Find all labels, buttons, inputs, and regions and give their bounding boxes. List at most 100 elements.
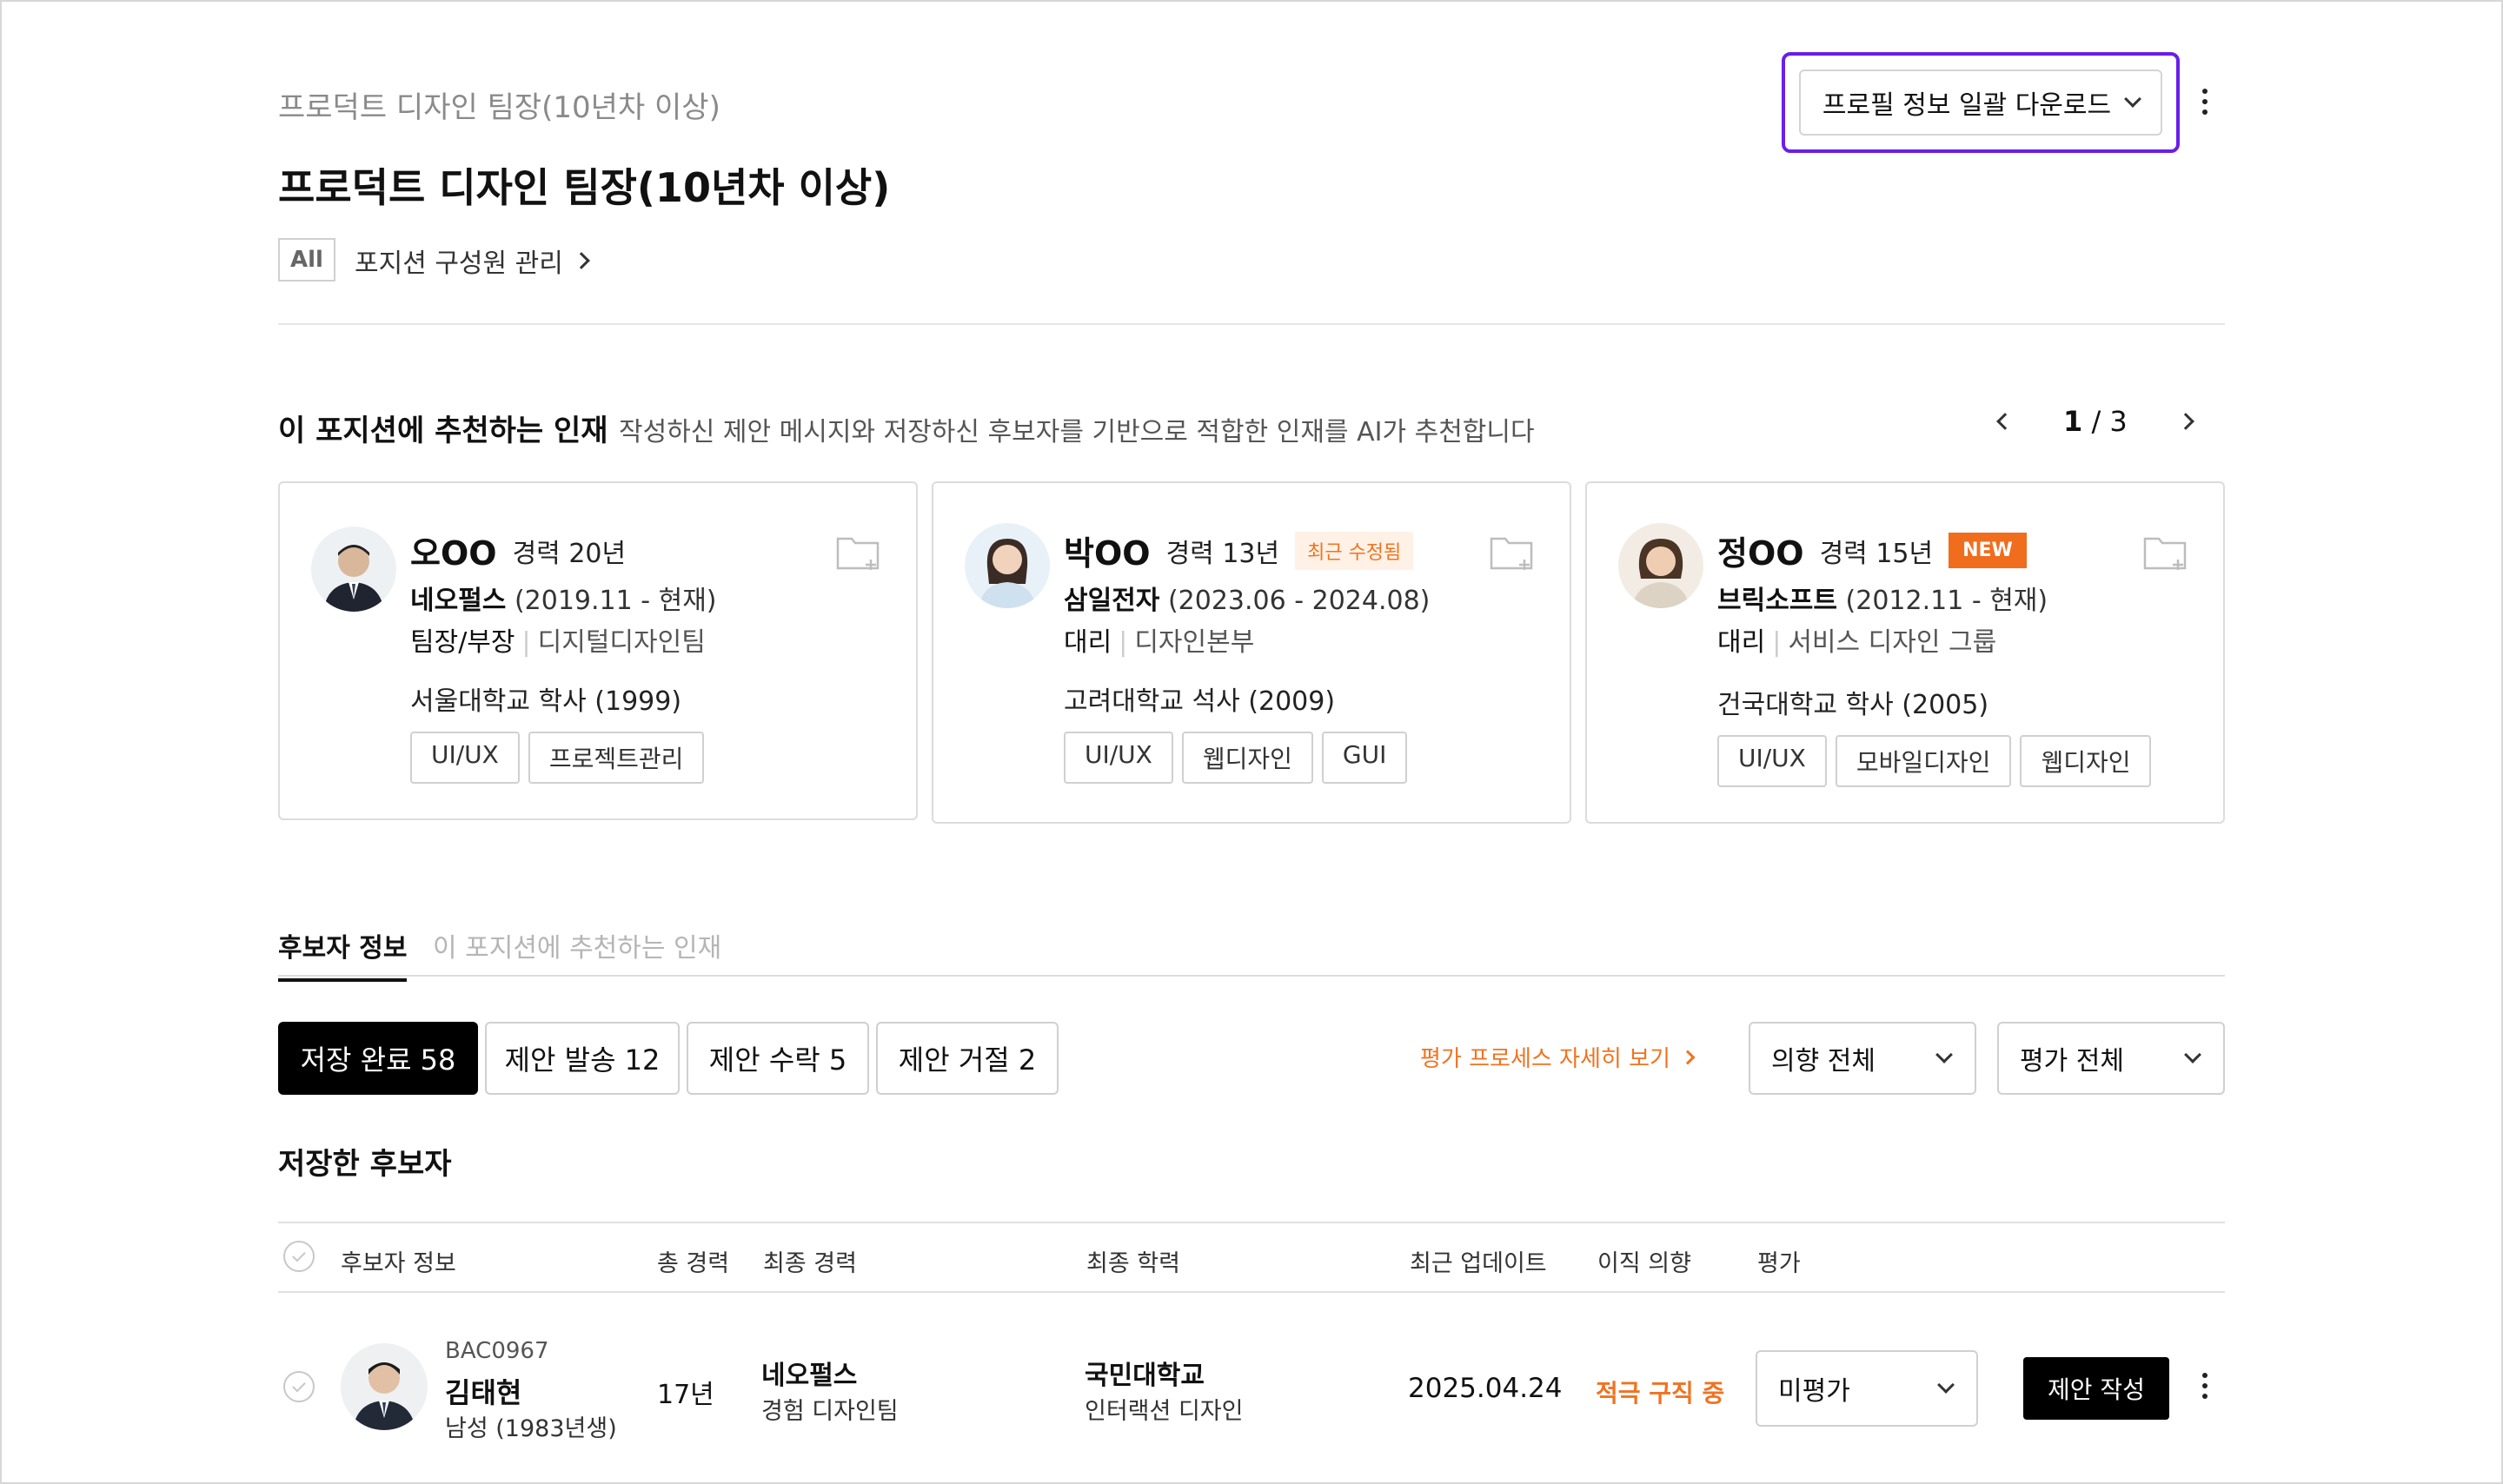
- intent-status: 적극 구직 중: [1596, 1379, 1725, 1408]
- row-evaluation-value: 미평가: [1778, 1376, 1850, 1407]
- candidate-company: 네오펄스 (2019.11 - 현재): [410, 579, 717, 617]
- column-header-evaluation: 평가: [1757, 1250, 1801, 1277]
- row-checkbox[interactable]: [283, 1371, 315, 1402]
- candidate-name[interactable]: 김태현: [445, 1371, 521, 1411]
- avatar: [1618, 523, 1703, 608]
- tag: GUI: [1321, 732, 1408, 784]
- recommend-section-description: 작성하신 제안 메시지와 저장하신 후보자를 기반으로 적합한 인재를 AI가 …: [619, 417, 1535, 447]
- candidate-experience: 경력 13년: [1165, 538, 1280, 569]
- chevron-down-icon: [1935, 1046, 1953, 1063]
- column-header-updated: 최근 업데이트: [1410, 1250, 1547, 1277]
- role-department: 디지털디자인팀: [537, 627, 706, 658]
- segment-offer-sent[interactable]: 제안 발송 12: [485, 1022, 680, 1095]
- tag: 웹디자인: [1181, 732, 1313, 784]
- write-offer-button[interactable]: 제안 작성: [2023, 1357, 2169, 1420]
- candidate-id: BAC0967: [445, 1338, 549, 1364]
- more-vertical-icon[interactable]: [2201, 1373, 2209, 1399]
- chevron-down-icon: [1937, 1376, 1955, 1394]
- divider: [278, 323, 2225, 325]
- candidate-experience: 경력 20년: [512, 538, 627, 569]
- avatar: [965, 523, 1050, 608]
- tab-divider: [278, 975, 2225, 977]
- more-vertical-icon[interactable]: [2201, 89, 2209, 115]
- avatar: [311, 527, 396, 612]
- company-name: 브릭소프트: [1717, 586, 1837, 616]
- tag-list: UI/UX 모바일디자인 웹디자인: [1717, 735, 2152, 787]
- manage-link-label: 포지션 구성원 관리: [355, 248, 563, 279]
- candidate-education: 건국대학교 학사 (2005): [1717, 690, 1989, 720]
- last-company: 네오펄스: [761, 1361, 858, 1391]
- company-period: (2012.11 - 현재): [1845, 586, 2048, 616]
- recommend-card[interactable]: 정OO 경력 15년 NEW 브릭소프트 (2012.11 - 현재) 대리 | 서…: [1585, 481, 2225, 824]
- tab-candidate-info[interactable]: 후보자 정보: [278, 926, 408, 982]
- intent-select[interactable]: 의향 전체: [1749, 1022, 1976, 1095]
- company-name: 네오펄스: [410, 586, 507, 616]
- column-header-intent: 이직 의향: [1597, 1250, 1691, 1277]
- school: 국민대학교: [1085, 1361, 1205, 1391]
- evaluation-select[interactable]: 평가 전체: [1997, 1022, 2225, 1095]
- tag: UI/UX: [1064, 732, 1173, 784]
- new-badge: NEW: [1949, 533, 2027, 568]
- bulk-download-button[interactable]: 프로필 정보 일괄 다운로드: [1799, 70, 2162, 136]
- last-role: 경험 디자인팀: [761, 1398, 899, 1425]
- position-member-manage-link[interactable]: 포지션 구성원 관리: [355, 242, 590, 280]
- candidate-experience: 경력 15년: [1819, 538, 1934, 569]
- segment-offer-rejected[interactable]: 제안 거절 2: [876, 1022, 1059, 1095]
- candidate-education: 고려대학교 석사 (2009): [1064, 686, 1336, 717]
- role-position: 팀장/부장: [410, 627, 515, 658]
- chevron-down-icon: [2184, 1046, 2201, 1063]
- folder-add-icon[interactable]: [836, 533, 881, 572]
- page-title: 프로덕트 디자인 팀장(10년차 이상): [278, 164, 891, 211]
- recently-modified-badge: 최근 수정됨: [1295, 531, 1414, 570]
- segment-saved[interactable]: 저장 완료 58: [278, 1022, 478, 1095]
- eval-process-link-label: 평가 프로세스 자세히 보기: [1420, 1046, 1670, 1072]
- saved-candidates-title: 저장한 후보자: [278, 1147, 452, 1182]
- recommend-section-title: 이 포지션에 추천하는 인재: [278, 414, 608, 448]
- folder-add-icon[interactable]: [2143, 533, 2188, 572]
- breadcrumb: 프로덕트 디자인 팀장(10년차 이상): [278, 90, 720, 125]
- tag: 웹디자인: [2020, 735, 2152, 787]
- major: 인터랙션 디자인: [1085, 1398, 1244, 1425]
- avatar: [341, 1343, 428, 1430]
- candidate-name: 박OO: [1064, 534, 1151, 573]
- role-position: 대리: [1064, 627, 1112, 658]
- role-department: 서비스 디자인 그룹: [1788, 627, 1997, 658]
- candidate-company: 삼일전자 (2023.06 - 2024.08): [1064, 579, 1430, 617]
- row-evaluation-select[interactable]: 미평가: [1756, 1350, 1978, 1427]
- chevron-right-icon: [572, 252, 590, 269]
- tag: 모바일디자인: [1835, 735, 2012, 787]
- page-indicator: 1 / 3: [2063, 405, 2128, 438]
- candidate-company: 브릭소프트 (2012.11 - 현재): [1717, 579, 2048, 617]
- candidate-name-row: 박OO 경력 13년 최근 수정됨: [1064, 527, 1414, 574]
- folder-add-icon[interactable]: [1490, 533, 1535, 572]
- candidate-name-row: 정OO 경력 15년 NEW: [1717, 527, 2027, 574]
- tag: 프로젝트관리: [528, 732, 705, 784]
- segment-offer-accepted[interactable]: 제안 수락 5: [687, 1022, 869, 1095]
- tag-list: UI/UX 웹디자인 GUI: [1064, 732, 1408, 784]
- all-badge: All: [278, 238, 335, 282]
- company-period: (2019.11 - 현재): [514, 586, 717, 616]
- table-top-border: [278, 1222, 2225, 1223]
- chevron-right-icon[interactable]: [2176, 413, 2194, 430]
- table-header-border: [278, 1291, 2225, 1293]
- recommend-card[interactable]: 오OO 경력 20년 네오펄스 (2019.11 - 현재) 팀장/부장 | 디지털…: [278, 481, 918, 820]
- recommend-card[interactable]: 박OO 경력 13년 최근 수정됨 삼일전자 (2023.06 - 2024.0…: [932, 481, 1571, 824]
- tab-recommended[interactable]: 이 포지션에 추천하는 인재: [433, 926, 721, 964]
- column-header-candidate: 후보자 정보: [341, 1250, 456, 1277]
- eval-process-link[interactable]: 평가 프로세스 자세히 보기: [1420, 1041, 1696, 1073]
- candidate-name: 정OO: [1717, 534, 1804, 573]
- page-total: / 3: [2091, 405, 2128, 438]
- company-period: (2023.06 - 2024.08): [1167, 586, 1431, 616]
- column-header-total-experience: 총 경력: [657, 1250, 730, 1277]
- candidate-name: 오OO: [410, 534, 497, 573]
- role-department: 디자인본부: [1134, 627, 1255, 658]
- evaluation-select-value: 평가 전체: [2020, 1046, 2124, 1077]
- bulk-download-label: 프로필 정보 일괄 다운로드: [1822, 90, 2112, 121]
- candidate-role: 대리 | 디자인본부: [1064, 627, 1255, 658]
- select-all-checkbox[interactable]: [283, 1241, 315, 1272]
- updated-date: 2025.04.24: [1408, 1373, 1563, 1404]
- chevron-left-icon[interactable]: [1996, 413, 2014, 430]
- chevron-down-icon: [2124, 90, 2142, 108]
- column-header-last-career: 최종 경력: [763, 1250, 857, 1277]
- total-experience: 17년: [657, 1380, 714, 1410]
